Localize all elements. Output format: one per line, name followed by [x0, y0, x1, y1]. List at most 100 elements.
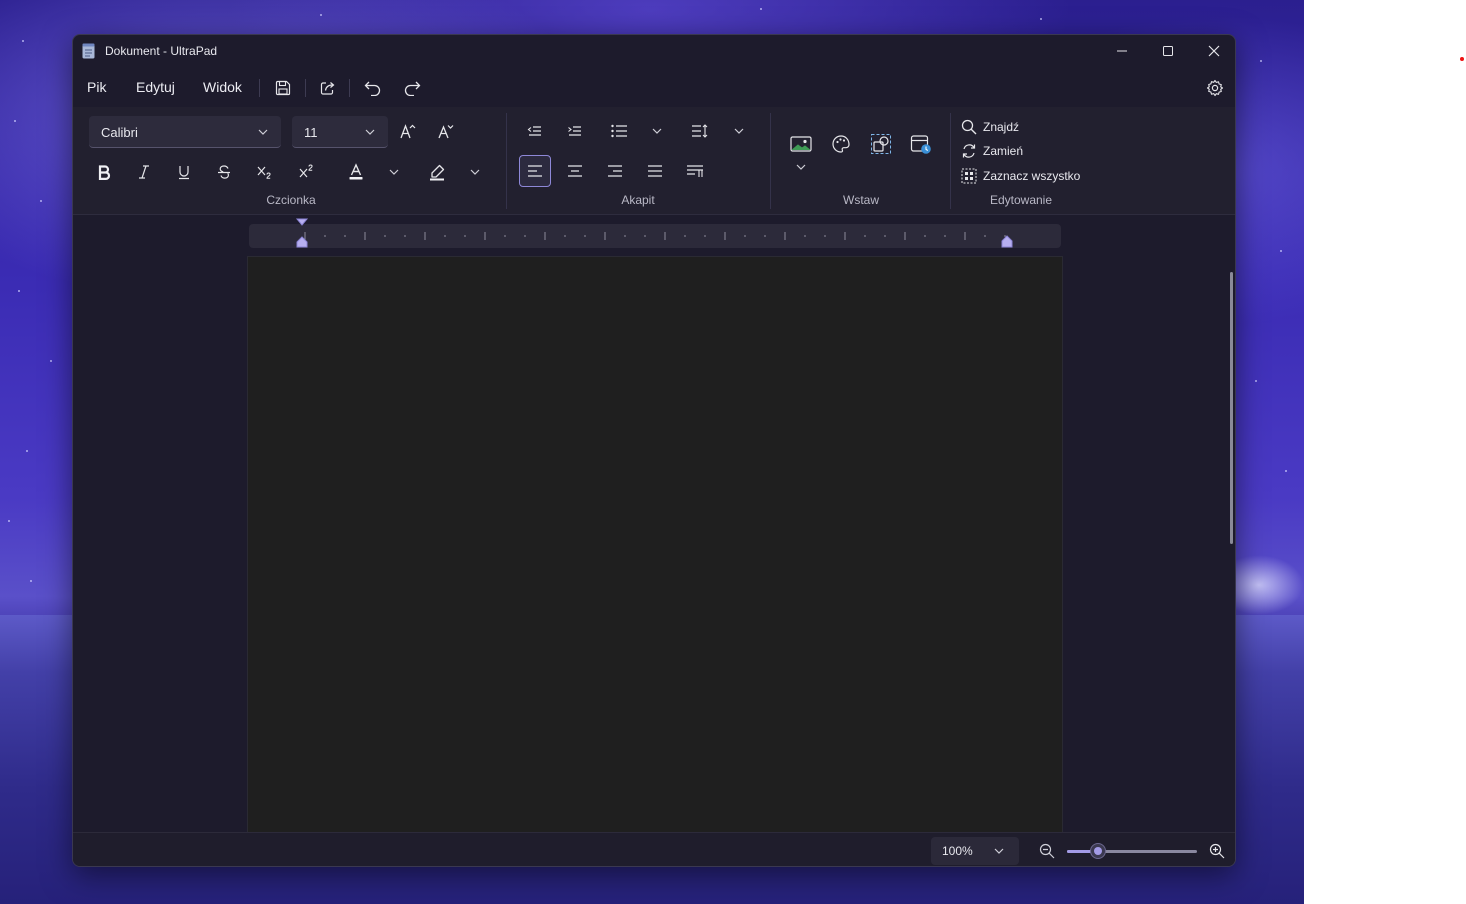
insert-drawing-button[interactable] — [826, 129, 856, 159]
increase-indent-button[interactable] — [560, 116, 590, 146]
paragraph-direction-button[interactable] — [680, 156, 710, 186]
insert-datetime-button[interactable] — [906, 129, 936, 159]
font-group-label: Czcionka — [266, 193, 316, 207]
picture-icon — [790, 136, 812, 152]
menu-bar: Pik Edytuj Widok — [73, 71, 1235, 105]
zoom-combo[interactable]: 100% — [931, 837, 1019, 865]
bold-button[interactable] — [89, 157, 119, 187]
highlight-dropdown[interactable] — [467, 164, 483, 180]
bullet-list-dropdown[interactable] — [649, 123, 665, 139]
superscript-icon — [299, 164, 313, 178]
align-right-button[interactable] — [600, 156, 630, 186]
star — [50, 360, 52, 362]
chevron-down-icon — [796, 164, 806, 170]
close-icon — [1208, 45, 1220, 57]
star — [1260, 60, 1262, 62]
zoom-in-button[interactable] — [1205, 839, 1229, 863]
save-icon — [275, 80, 291, 96]
italic-button[interactable] — [129, 157, 159, 187]
document-page[interactable] — [247, 256, 1063, 836]
star — [320, 14, 322, 16]
maximize-icon — [1163, 46, 1173, 56]
save-button[interactable] — [269, 75, 297, 101]
chevron-down-icon — [991, 843, 1007, 859]
shrink-font-button[interactable] — [430, 117, 460, 147]
grow-font-button[interactable] — [392, 117, 422, 147]
decrease-indent-button[interactable] — [520, 116, 550, 146]
indicator-dot — [1460, 57, 1464, 61]
menu-file[interactable]: Pik — [87, 79, 106, 95]
chevron-down-icon — [255, 124, 271, 140]
subscript-icon — [257, 166, 271, 179]
settings-button[interactable] — [1201, 75, 1229, 101]
increase-indent-icon — [568, 126, 581, 136]
maximize-button[interactable] — [1145, 35, 1191, 67]
minimize-button[interactable] — [1099, 35, 1145, 67]
star — [1280, 250, 1282, 252]
chevron-down-icon — [362, 124, 378, 140]
undo-button[interactable] — [359, 75, 387, 101]
chevron-down-icon — [470, 169, 480, 175]
align-right-icon — [608, 165, 622, 177]
line-spacing-button[interactable] — [685, 116, 715, 146]
select-all-button[interactable]: Zaznacz wszystko — [961, 165, 1080, 187]
line-spacing-dropdown[interactable] — [731, 123, 747, 139]
decrease-indent-icon — [527, 126, 541, 136]
star — [1040, 18, 1042, 20]
insert-picture-button[interactable] — [786, 129, 816, 159]
menu-edit[interactable]: Edytuj — [136, 79, 175, 95]
zoom-slider[interactable] — [1067, 843, 1197, 859]
highlight-button[interactable] — [422, 157, 452, 187]
object-icon — [871, 134, 891, 154]
star — [22, 40, 24, 42]
minimize-icon — [1117, 50, 1127, 52]
find-button[interactable]: Znajdź — [961, 116, 1019, 138]
strikethrough-button[interactable] — [209, 157, 239, 187]
toolbar-divider — [259, 79, 260, 97]
first-line-indent-marker[interactable] — [295, 217, 309, 251]
gear-icon — [1206, 79, 1224, 97]
insert-picture-dropdown[interactable] — [793, 159, 809, 175]
ribbon-divider — [950, 113, 951, 209]
font-color-icon — [349, 163, 363, 180]
menu-view[interactable]: Widok — [203, 79, 242, 95]
vertical-scrollbar[interactable] — [1230, 272, 1233, 544]
redo-button[interactable] — [398, 75, 426, 101]
zoom-out-button[interactable] — [1035, 839, 1059, 863]
ruler[interactable] — [249, 218, 1061, 249]
underline-icon — [179, 166, 189, 180]
insert-object-button[interactable] — [866, 129, 896, 159]
right-indent-marker[interactable] — [1000, 235, 1014, 249]
chevron-down-icon — [652, 128, 662, 134]
superscript-button[interactable] — [291, 157, 321, 187]
justify-button[interactable] — [640, 156, 670, 186]
share-button[interactable] — [314, 75, 342, 101]
select-all-icon — [961, 168, 977, 184]
title-bar[interactable]: Dokument - UltraPad — [73, 35, 1235, 67]
zoom-value: 100% — [942, 844, 973, 858]
align-center-button[interactable] — [560, 156, 590, 186]
font-color-dropdown[interactable] — [386, 164, 402, 180]
align-left-button[interactable] — [519, 155, 551, 187]
bullet-list-button[interactable] — [604, 116, 634, 146]
zoom-slider-thumb[interactable] — [1090, 843, 1107, 859]
search-icon — [961, 119, 977, 135]
subscript-button[interactable] — [249, 157, 279, 187]
underline-button[interactable] — [169, 157, 199, 187]
star — [1285, 470, 1287, 472]
editing-group-label: Edytowanie — [989, 193, 1053, 207]
font-color-button[interactable] — [341, 157, 371, 187]
shrink-font-icon — [438, 125, 454, 139]
window-title: Dokument - UltraPad — [105, 44, 218, 58]
font-family-combo[interactable]: Calibri — [89, 116, 281, 148]
line-spacing-icon — [692, 124, 708, 138]
bullet-list-icon — [611, 124, 627, 138]
close-button[interactable] — [1191, 35, 1235, 67]
bold-icon — [98, 165, 111, 180]
star — [8, 520, 10, 522]
notepad-icon — [82, 43, 95, 59]
replace-button[interactable]: Zamień — [961, 140, 1023, 162]
toolbar-divider — [349, 79, 350, 97]
toolbar-divider — [305, 79, 306, 97]
font-size-combo[interactable]: 11 — [292, 116, 388, 148]
